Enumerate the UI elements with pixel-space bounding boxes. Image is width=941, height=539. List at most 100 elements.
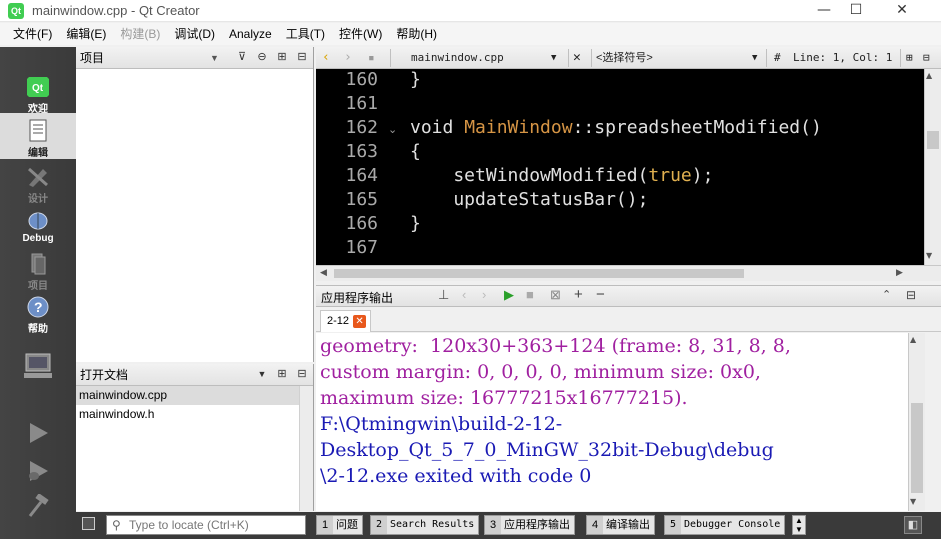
output-vertical-scrollbar[interactable]: ▲ ▼ (908, 333, 925, 511)
rerun-play-icon[interactable]: ▶ (504, 287, 514, 303)
project-panel-title: 项目 (80, 51, 105, 65)
close-file-icon[interactable]: ✕ (573, 47, 581, 69)
zoom-out-icon[interactable]: − (596, 286, 605, 303)
scroll-thumb[interactable] (911, 403, 923, 493)
output-line: maximum size: 16777215x16777215). (320, 387, 688, 409)
line-number: 166 (345, 213, 378, 234)
pane-tab-compile-output[interactable]: 4 编译输出 (586, 515, 655, 535)
mode-help-label: 帮助 (28, 324, 48, 335)
menu-widgets[interactable]: 控件(W) (332, 24, 389, 44)
mode-welcome[interactable]: Qt 欢迎 (0, 69, 76, 115)
mode-edit-label: 编辑 (28, 148, 48, 159)
split-icon[interactable]: ⊞ (275, 367, 289, 381)
scroll-left-icon[interactable]: ◀ (320, 268, 327, 278)
back-arrow-icon[interactable]: ‹ (322, 47, 330, 69)
menu-edit[interactable]: 编辑(E) (59, 24, 113, 44)
mode-debug-label: Debug (22, 233, 54, 244)
menu-tools[interactable]: 工具(T) (279, 24, 332, 44)
code-editor: ‹ › ▪ mainwindow.cpp ▼ ✕ <选择符号> ▼ # Line… (316, 47, 941, 281)
toggle-sidebar-icon[interactable] (82, 517, 95, 530)
application-output-text[interactable]: geometry: 120x30+363+124 (frame: 8, 31, … (316, 333, 908, 511)
scroll-thumb[interactable] (927, 131, 939, 149)
output-line: F:\Qtmingwin\build-2-12- (320, 413, 563, 435)
run-icon[interactable] (26, 421, 50, 445)
mode-edit[interactable]: 编辑 (0, 113, 76, 159)
docs-dropdown-icon[interactable]: ▼ (255, 367, 269, 381)
view-dropdown-icon[interactable]: ▼ (210, 53, 219, 63)
close-tab-icon[interactable]: ✕ (353, 314, 367, 328)
file-dropdown-icon[interactable]: ▼ (551, 47, 556, 69)
line-number-gutter: 160 161 162 ⌄ 163 164 165 166 167 (316, 69, 408, 265)
pane-tab-search-results[interactable]: 2 Search Results (370, 515, 480, 535)
output-tab[interactable]: 2-12 ✕ (320, 310, 372, 332)
maximize-button[interactable]: ☐ (833, 0, 879, 22)
pane-tab-debugger-console[interactable]: 5 Debugger Console (664, 515, 786, 535)
current-file-name[interactable]: mainwindow.cpp (411, 47, 504, 69)
scroll-thumb[interactable] (334, 269, 744, 278)
code-line: } (410, 69, 421, 90)
scroll-down-icon[interactable]: ▼ (910, 497, 916, 506)
fold-marker-icon[interactable]: ⌄ (388, 123, 397, 136)
pane-tab-issues[interactable]: 1 问题 (316, 515, 363, 535)
close-pane-icon[interactable]: ⊟ (906, 288, 916, 302)
zoom-in-icon[interactable]: + (574, 286, 583, 303)
pane-tab-application-output[interactable]: 3 应用程序输出 (484, 515, 575, 535)
build-hammer-icon[interactable] (26, 494, 50, 518)
clear-icon[interactable]: ⊠ (550, 287, 561, 303)
debug-run-icon[interactable] (26, 459, 50, 483)
symbol-dropdown-icon[interactable]: ▼ (752, 47, 757, 69)
menu-debug[interactable]: 调试(D) (167, 24, 222, 44)
open-document-item[interactable]: mainwindow.cpp (76, 386, 313, 405)
code-area[interactable]: } void MainWindow::spreadsheetModified()… (410, 69, 910, 265)
forward-arrow-icon[interactable]: › (344, 47, 352, 69)
close-panel-icon[interactable]: ⊟ (295, 50, 309, 64)
toggle-output-pane-icon[interactable]: ◧ (904, 516, 922, 534)
code-line: updateStatusBar(); (410, 189, 649, 210)
output-line: custom margin: 0, 0, 0, 0, minimum size:… (320, 361, 761, 383)
call-expr: setWindowModified( (410, 165, 649, 186)
maximize-pane-icon[interactable]: ⌃ (882, 288, 891, 301)
scroll-up-icon[interactable]: ▲ (910, 335, 916, 344)
scroll-down-icon[interactable]: ▼ (926, 251, 932, 260)
open-document-item[interactable]: mainwindow.h (76, 405, 313, 424)
menu-analyze[interactable]: Analyze (222, 24, 279, 44)
split-editor-icon[interactable]: ⊞ (906, 47, 913, 69)
menu-file[interactable]: 文件(F) (6, 24, 59, 44)
cursor-position[interactable]: Line: 1, Col: 1 (793, 47, 892, 69)
stop-icon[interactable]: ■ (526, 287, 534, 302)
design-pencil-icon (28, 167, 48, 187)
editor-vertical-scrollbar[interactable]: ▲ ▼ (924, 69, 941, 265)
output-pane-header: 应用程序输出 ⊥ ‹ › ▶ ■ ⊠ + − ⌃ ⊟ (316, 285, 941, 307)
mode-help[interactable]: ? 帮助 (0, 289, 76, 335)
keyword-void: void (410, 117, 465, 138)
mode-projects[interactable]: 项目 (0, 246, 76, 292)
kit-selector-monitor-icon[interactable] (22, 352, 54, 382)
mode-debug[interactable]: Debug (0, 202, 76, 248)
help-question-icon: ? (27, 296, 49, 318)
more-panes-spinner-icon[interactable]: ▲ ▼ (792, 515, 806, 535)
scroll-up-icon[interactable]: ▲ (926, 71, 932, 80)
close-panel-icon[interactable]: ⊟ (295, 367, 309, 381)
prev-icon[interactable]: ‹ (462, 287, 466, 302)
line-number: 167 (345, 237, 378, 258)
qt-creator-app-icon: Qt (8, 3, 24, 19)
projects-wrench-icon (31, 253, 46, 275)
close-window-button[interactable]: ✕ (879, 0, 925, 22)
next-icon[interactable]: › (482, 287, 486, 302)
link-icon[interactable]: ⊖ (255, 50, 269, 64)
close-split-icon[interactable]: ⊟ (923, 47, 930, 69)
menu-build[interactable]: 构建(B) (113, 24, 167, 44)
documents-scrollbar[interactable] (299, 386, 313, 511)
mode-design[interactable]: 设计 (0, 159, 76, 205)
scroll-right-icon[interactable]: ▶ (896, 268, 903, 278)
symbol-selector[interactable]: <选择符号> (596, 47, 653, 69)
attach-icon[interactable]: ⊥ (438, 287, 449, 303)
bottom-status-bar: ⚲ Type to locate (Ctrl+K) 1 问题 2 Search Re… (76, 512, 941, 539)
editor-horizontal-scrollbar[interactable]: ◀ ▶ (316, 265, 941, 281)
menu-help[interactable]: 帮助(H) (389, 24, 444, 44)
split-icon[interactable]: ⊞ (275, 50, 289, 64)
open-documents-panel: 打开文档 ▼ ⊞ ⊟ mainwindow.cpp mainwindow.h (76, 364, 314, 511)
filter-icon[interactable]: ⊽ (235, 50, 249, 64)
locator-input[interactable]: ⚲ Type to locate (Ctrl+K) (106, 515, 306, 535)
menu-bar: 文件(F) 编辑(E) 构建(B) 调试(D) Analyze 工具(T) 控件… (0, 23, 941, 45)
